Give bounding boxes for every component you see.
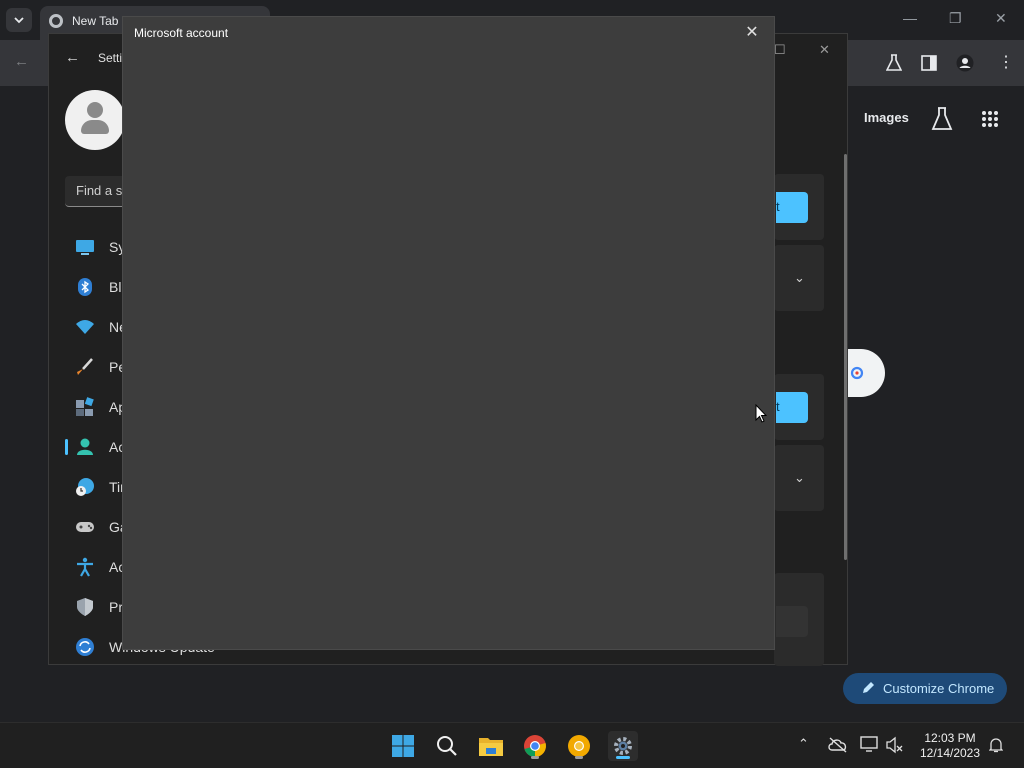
labs-icon[interactable] [931, 107, 953, 131]
clock-date: 12/14/2023 [919, 746, 981, 760]
side-panel-icon[interactable] [921, 55, 937, 71]
minimize-icon[interactable]: — [903, 10, 917, 26]
images-link[interactable]: Images [864, 110, 909, 125]
button-label: t [776, 199, 780, 214]
gaming-icon [76, 522, 94, 532]
chrome-favicon-icon [49, 14, 63, 28]
personalization-icon [77, 358, 93, 375]
google-lens-icon [850, 366, 864, 380]
close-icon[interactable]: ✕ [819, 42, 830, 58]
display-icon[interactable] [860, 736, 878, 752]
chrome-icon [524, 735, 546, 757]
running-indicator [616, 756, 630, 759]
accessibility-icon [77, 557, 93, 577]
close-icon[interactable]: ✕ [737, 23, 767, 43]
onedrive-offline-icon[interactable] [828, 737, 848, 753]
microsoft-account-dialog: Microsoft account ✕ [122, 16, 775, 650]
search-icon [437, 736, 457, 756]
pencil-icon [863, 682, 874, 693]
running-indicator [531, 756, 539, 759]
notification-bell-icon[interactable] [989, 737, 1003, 753]
chevron-up-icon[interactable]: ⌃ [798, 736, 809, 752]
chevron-down-icon [14, 17, 24, 24]
avatar [65, 90, 125, 150]
button-label: t [776, 399, 780, 414]
system-icon [76, 240, 94, 255]
back-arrow-icon[interactable]: ← [14, 53, 29, 70]
chrome-canary-taskbar-button[interactable] [564, 731, 594, 761]
profile-icon[interactable] [956, 54, 974, 72]
volume-muted-icon[interactable] [886, 736, 904, 754]
file-explorer-button[interactable] [476, 731, 506, 761]
tab-title: New Tab [72, 14, 119, 28]
sidebar-item-label: Pr [109, 599, 123, 615]
tab-search-button[interactable] [6, 8, 32, 32]
back-arrow-icon[interactable]: ← [65, 49, 80, 66]
customize-chrome-label: Customize Chrome [883, 681, 995, 696]
accounts-icon [77, 438, 93, 455]
chevron-down-icon[interactable]: ⌄ [794, 270, 805, 286]
settings-action-button[interactable]: t [776, 192, 808, 223]
close-icon[interactable]: ✕ [995, 10, 1007, 27]
active-indicator [65, 439, 68, 455]
bluetooth-icon [78, 278, 92, 296]
restore-icon[interactable]: ❐ [949, 10, 962, 27]
chevron-down-icon[interactable]: ⌄ [794, 470, 805, 486]
chrome-taskbar-button[interactable] [520, 731, 550, 761]
taskbar: ⌃ 12:03 PM 12/14/2023 [0, 722, 1024, 768]
dialog-title: Microsoft account [134, 26, 229, 40]
clock-time: 12:03 PM [924, 731, 976, 745]
windows-update-icon [76, 638, 94, 656]
labs-flask-icon[interactable] [886, 54, 902, 72]
time-language-icon [76, 478, 94, 496]
more-menu-icon[interactable]: ⋮ [998, 52, 1014, 72]
settings-secondary-button[interactable] [776, 606, 808, 637]
mouse-cursor-icon [755, 404, 767, 423]
settings-taskbar-button[interactable] [608, 731, 638, 761]
sidebar-item-label: Bl [109, 279, 122, 295]
chrome-canary-icon [568, 735, 590, 757]
settings-title: Setti [98, 51, 123, 65]
customize-chrome-button[interactable]: Customize Chrome [843, 673, 1007, 704]
taskbar-clock[interactable]: 12:03 PM 12/14/2023 [912, 731, 988, 761]
settings-action-button[interactable]: t [776, 392, 808, 423]
running-indicator [575, 756, 583, 759]
folder-icon [479, 738, 503, 756]
network-icon [76, 320, 94, 334]
shield-icon [77, 598, 93, 616]
apps-grid-icon[interactable] [981, 110, 999, 128]
apps-icon [76, 397, 94, 416]
start-button[interactable] [388, 731, 418, 761]
gear-icon [614, 737, 632, 755]
scrollbar[interactable] [844, 154, 847, 560]
maximize-icon[interactable]: ☐ [774, 42, 786, 58]
search-button[interactable] [432, 731, 462, 761]
windows-logo-icon [392, 735, 414, 757]
